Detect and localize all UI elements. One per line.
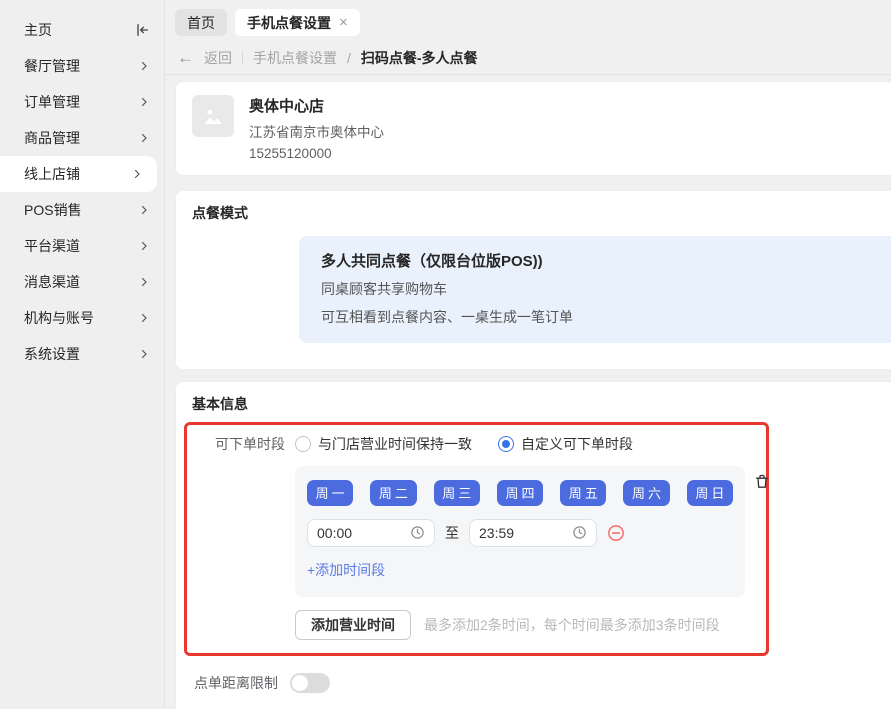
radio-label: 与门店营业时间保持一致 bbox=[318, 435, 472, 452]
weekday-button-wed[interactable]: 周三 bbox=[433, 479, 480, 506]
custom-time-panel: 周一 周二 周三 周四 周五 周六 周日 00:00 至 23:59 +添加时间… bbox=[295, 465, 768, 597]
chevron-right-icon bbox=[138, 240, 150, 252]
app-window: 主页 餐厅管理 订单管理 商品管理 线上店铺 POS销售 平台渠道 消息渠道 机… bbox=[0, 0, 891, 709]
radio-unselected-icon[interactable] bbox=[295, 435, 311, 452]
breadcrumb-divider bbox=[242, 50, 243, 65]
to-label: 至 bbox=[445, 524, 459, 541]
chevron-right-icon bbox=[131, 168, 143, 180]
weekday-button-mon[interactable]: 周一 bbox=[307, 479, 354, 506]
breadcrumb-current: 扫码点餐-多人点餐 bbox=[360, 49, 478, 66]
distance-limit-label: 点单距离限制 bbox=[194, 674, 278, 691]
radio-option-follow-store-hours[interactable]: 与门店营业时间保持一致 bbox=[295, 434, 472, 454]
start-time-value: 00:00 bbox=[317, 524, 353, 541]
add-period-link[interactable]: +添加时间段 bbox=[307, 560, 385, 580]
multi-person-mode-box[interactable]: 多人共同点餐（仅限台位版POS)) 同桌顾客共享购物车 可互相看到点餐内容、一桌… bbox=[299, 235, 891, 343]
order-mode-card: 点餐模式 多人共同点餐（仅限台位版POS)) 同桌顾客共享购物车 可互相看到点餐… bbox=[175, 189, 891, 370]
radio-selected-icon[interactable] bbox=[498, 435, 514, 452]
chevron-right-icon bbox=[138, 348, 150, 360]
collapse-sidebar-icon[interactable] bbox=[134, 22, 150, 38]
sidebar-item-org-account[interactable]: 机构与账号 bbox=[0, 300, 164, 336]
add-time-hint-text: 最多添加2条时间，每个时间最多添加3条时间段 bbox=[424, 616, 720, 633]
radio-option-custom-period[interactable]: 自定义可下单时段 bbox=[498, 434, 633, 454]
chevron-right-icon bbox=[138, 96, 150, 108]
order-time-row: 可下单时段 与门店营业时间保持一致 自定义可下单时段 bbox=[199, 434, 754, 454]
time-range-row: 00:00 至 23:59 bbox=[307, 518, 733, 547]
store-info-card: 奥体中心店 江苏省南京市奥体中心 15255120000 bbox=[175, 80, 891, 176]
main-area: 首页 手机点餐设置 × ← 返回 手机点餐设置 / 扫码点餐-多人点餐 奥体中心… bbox=[165, 0, 891, 709]
sidebar-item-label: 餐厅管理 bbox=[24, 58, 80, 74]
store-info-text: 奥体中心店 江苏省南京市奥体中心 15255120000 bbox=[249, 95, 384, 161]
store-image-placeholder-icon bbox=[192, 94, 234, 137]
section-title-order-mode: 点餐模式 bbox=[192, 204, 248, 221]
tab-mobile-ordering-settings[interactable]: 手机点餐设置 × bbox=[235, 9, 360, 36]
add-business-time-row: 添加营业时间 最多添加2条时间，每个时间最多添加3条时间段 bbox=[295, 609, 754, 640]
radio-label: 自定义可下单时段 bbox=[521, 435, 633, 452]
store-phone: 15255120000 bbox=[249, 145, 332, 161]
start-time-input[interactable]: 00:00 bbox=[307, 518, 435, 547]
tab-home[interactable]: 首页 bbox=[175, 9, 227, 36]
sidebar-item-label: 消息渠道 bbox=[24, 274, 80, 290]
store-address: 江苏省南京市奥体中心 bbox=[249, 124, 384, 140]
add-business-time-button[interactable]: 添加营业时间 bbox=[295, 609, 411, 640]
delete-trash-icon[interactable] bbox=[754, 473, 770, 490]
chevron-right-icon bbox=[138, 312, 150, 324]
distance-limit-toggle[interactable] bbox=[290, 672, 330, 693]
sidebar-item-label: 机构与账号 bbox=[24, 310, 94, 326]
sidebar-item-system-settings[interactable]: 系统设置 bbox=[0, 336, 164, 372]
clock-icon bbox=[410, 525, 425, 540]
weekday-button-sat[interactable]: 周六 bbox=[623, 479, 670, 506]
chevron-right-icon bbox=[138, 132, 150, 144]
close-tab-icon[interactable]: × bbox=[339, 14, 348, 31]
sidebar-item-label: 主页 bbox=[24, 22, 52, 38]
distance-limit-row: 点单距离限制 bbox=[192, 672, 891, 693]
tab-bar: 首页 手机点餐设置 × bbox=[165, 0, 891, 42]
weekday-button-sun[interactable]: 周日 bbox=[686, 479, 733, 506]
sidebar-item-online-store[interactable]: 线上店铺 bbox=[0, 156, 157, 192]
sidebar-item-label: POS销售 bbox=[24, 202, 82, 218]
annotation-highlight-box: 可下单时段 与门店营业时间保持一致 自定义可下单时段 周一 周二 周三 周四 周… bbox=[184, 421, 769, 656]
store-name: 奥体中心店 bbox=[249, 97, 325, 115]
order-time-label: 可下单时段 bbox=[215, 435, 285, 452]
breadcrumb-separator: / bbox=[347, 49, 351, 66]
sidebar-item-message-channel[interactable]: 消息渠道 bbox=[0, 264, 164, 300]
breadcrumb-parent[interactable]: 手机点餐设置 bbox=[253, 48, 337, 68]
sidebar-item-product-mgmt[interactable]: 商品管理 bbox=[0, 120, 164, 156]
sidebar: 主页 餐厅管理 订单管理 商品管理 线上店铺 POS销售 平台渠道 消息渠道 机… bbox=[0, 0, 165, 709]
sidebar-item-label: 线上店铺 bbox=[24, 166, 80, 182]
chevron-right-icon bbox=[138, 204, 150, 216]
clock-icon bbox=[572, 525, 587, 540]
chevron-right-icon bbox=[138, 276, 150, 288]
mode-box-line2: 可互相看到点餐内容、一桌生成一笔订单 bbox=[321, 308, 573, 325]
sidebar-item-order-mgmt[interactable]: 订单管理 bbox=[0, 84, 164, 120]
back-arrow-icon[interactable]: ← bbox=[177, 49, 194, 66]
weekday-button-row: 周一 周二 周三 周四 周五 周六 周日 bbox=[307, 479, 733, 506]
tab-label: 首页 bbox=[187, 14, 215, 31]
remove-period-minus-icon[interactable] bbox=[607, 524, 625, 542]
mode-box-line1: 同桌顾客共享购物车 bbox=[321, 280, 447, 297]
end-time-input[interactable]: 23:59 bbox=[469, 518, 597, 547]
weekday-button-tue[interactable]: 周二 bbox=[370, 479, 417, 506]
breadcrumb: ← 返回 手机点餐设置 / 扫码点餐-多人点餐 bbox=[165, 42, 891, 75]
sidebar-item-label: 平台渠道 bbox=[24, 238, 80, 254]
sidebar-item-label: 系统设置 bbox=[24, 346, 80, 362]
page-content: 奥体中心店 江苏省南京市奥体中心 15255120000 点餐模式 多人共同点餐… bbox=[165, 75, 891, 709]
sidebar-item-pos-sales[interactable]: POS销售 bbox=[0, 192, 164, 228]
sidebar-item-label: 订单管理 bbox=[24, 94, 80, 110]
back-link[interactable]: 返回 bbox=[204, 48, 232, 68]
tab-label: 手机点餐设置 bbox=[247, 14, 331, 31]
weekday-button-thu[interactable]: 周四 bbox=[496, 479, 544, 506]
sidebar-item-label: 商品管理 bbox=[24, 130, 80, 146]
sidebar-item-home[interactable]: 主页 bbox=[0, 12, 164, 48]
sidebar-item-platform-channel[interactable]: 平台渠道 bbox=[0, 228, 164, 264]
order-time-radio-group: 与门店营业时间保持一致 自定义可下单时段 bbox=[295, 434, 633, 454]
mode-box-title: 多人共同点餐（仅限台位版POS)) bbox=[321, 252, 543, 270]
chevron-right-icon bbox=[138, 60, 150, 72]
sidebar-item-restaurant-mgmt[interactable]: 餐厅管理 bbox=[0, 48, 164, 84]
basic-info-card: 基本信息 可下单时段 与门店营业时间保持一致 自定义可下单时段 周一 周二 周三… bbox=[175, 380, 891, 709]
section-title-basic-info: 基本信息 bbox=[192, 395, 248, 412]
weekday-button-fri[interactable]: 周五 bbox=[560, 479, 607, 506]
end-time-value: 23:59 bbox=[479, 524, 515, 541]
